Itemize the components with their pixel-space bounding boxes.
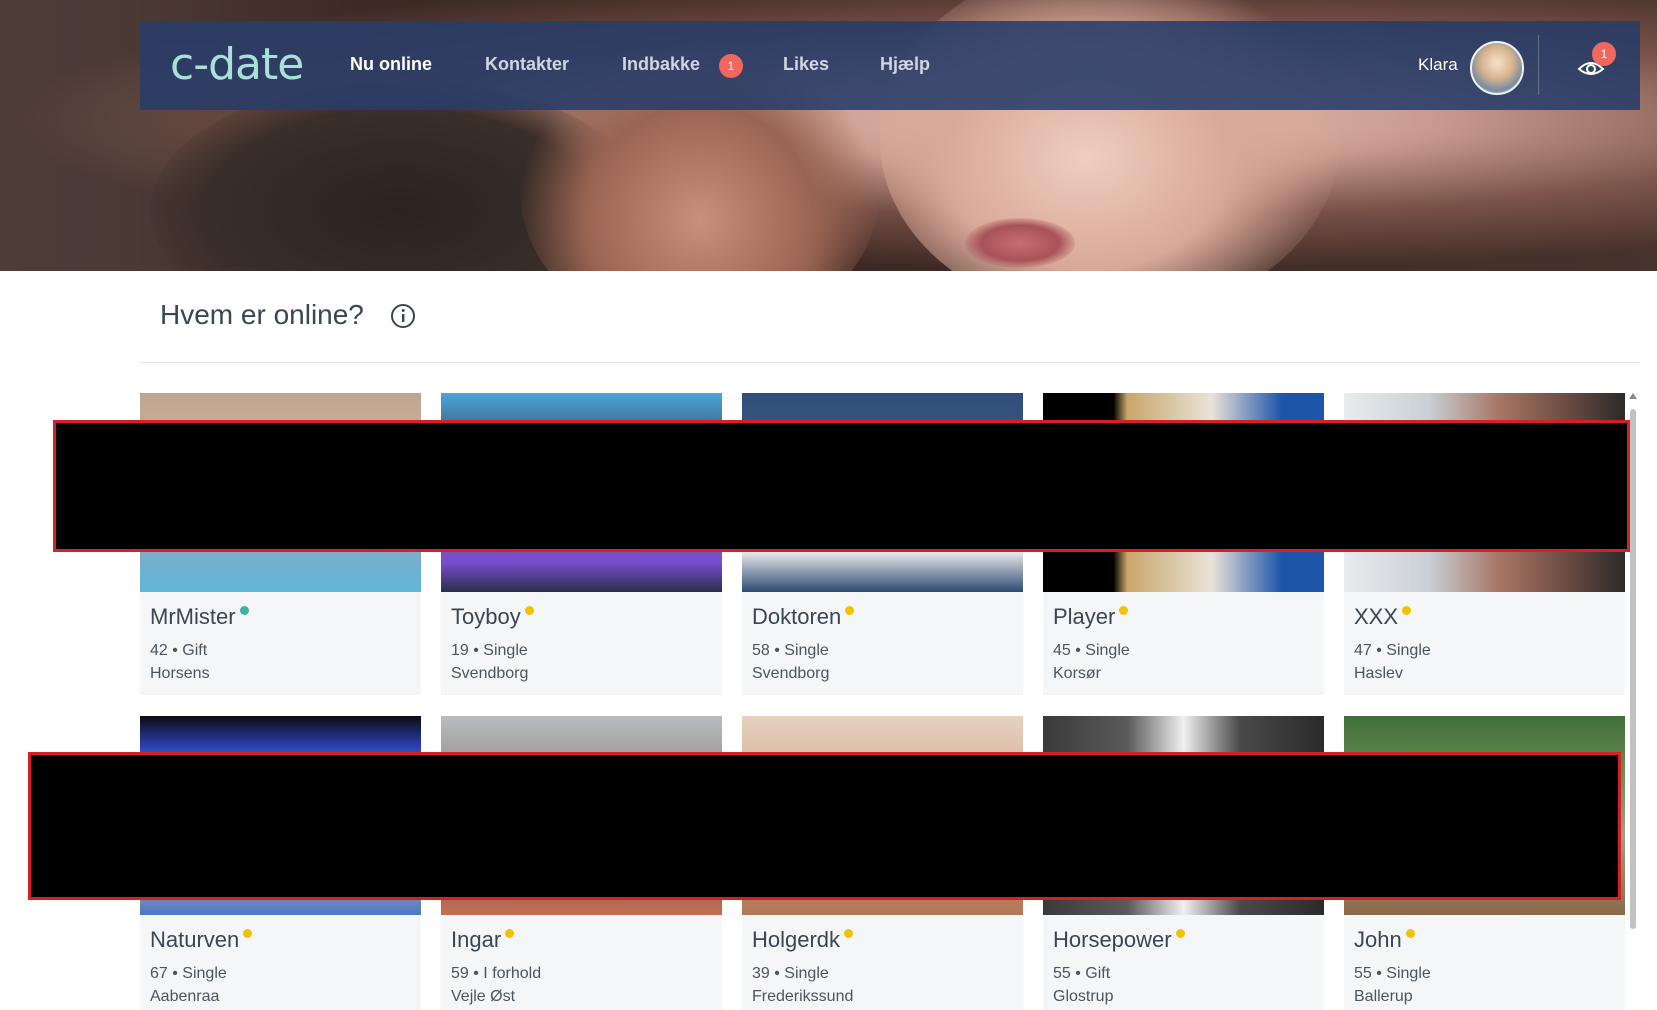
nav-item-indbakke[interactable]: Indbakke: [622, 54, 700, 75]
scroll-thumb[interactable]: [1630, 409, 1636, 929]
away-status-dot: [845, 606, 855, 615]
profile-name[interactable]: Holgerdk: [752, 927, 840, 952]
profile-meta: 59 • I forhold: [451, 965, 542, 982]
profile-name[interactable]: Toyboy: [451, 604, 521, 629]
scroll-up-arrow-icon[interactable]: [1629, 393, 1637, 399]
profile-city: Svendborg: [752, 665, 830, 682]
profile-name[interactable]: Player: [1053, 604, 1115, 629]
page-title: Hvem er online?: [160, 299, 364, 330]
profile-meta: 58 • Single: [752, 642, 829, 659]
profile-city: Haslev: [1354, 665, 1403, 682]
profile-name[interactable]: Naturven: [150, 927, 239, 952]
away-status-dot: [1402, 606, 1412, 615]
hero-lips: [965, 218, 1075, 268]
profile-city: Aabenraa: [150, 988, 220, 1005]
profile-meta: 39 • Single: [752, 965, 829, 982]
scrollbar[interactable]: [1628, 393, 1638, 933]
nav-divider: [1538, 35, 1539, 95]
profile-city: Ballerup: [1354, 988, 1413, 1005]
away-status-dot: [1405, 929, 1415, 938]
profile-city: Glostrup: [1053, 988, 1114, 1005]
user-name[interactable]: Klara: [1418, 55, 1458, 75]
away-status-dot: [243, 929, 253, 938]
profile-city: Horsens: [150, 665, 210, 682]
title-divider: [140, 362, 1640, 363]
away-status-dot: [844, 929, 854, 938]
info-icon[interactable]: [390, 303, 416, 334]
profile-meta: 55 • Single: [1354, 965, 1431, 982]
profile-meta: 42 • Gift: [150, 642, 208, 659]
profile-meta: 45 • Single: [1053, 642, 1130, 659]
away-status-dot: [505, 929, 515, 938]
profile-name[interactable]: Doktoren: [752, 604, 841, 629]
away-status-dot: [1175, 929, 1185, 938]
redaction-bar: [53, 420, 1630, 552]
profile-name[interactable]: MrMister: [150, 604, 236, 629]
nav-item-kontakter[interactable]: Kontakter: [485, 54, 569, 75]
avatar[interactable]: [1470, 41, 1524, 95]
profile-meta: 67 • Single: [150, 965, 227, 982]
profile-city: Korsør: [1053, 665, 1101, 682]
profile-name[interactable]: John: [1354, 927, 1402, 952]
away-status-dot: [1119, 606, 1129, 615]
redaction-bar: [28, 752, 1621, 900]
profile-city: Vejle Øst: [451, 988, 516, 1005]
top-navbar: c-date Nu online Kontakter Indbakke 1 Li…: [140, 21, 1640, 110]
profile-city: Svendborg: [451, 665, 529, 682]
inbox-badge: 1: [719, 54, 743, 78]
nav-item-nu-online[interactable]: Nu online: [350, 54, 432, 75]
profile-name[interactable]: Horsepower: [1053, 927, 1172, 952]
profile-meta: 55 • Gift: [1053, 965, 1111, 982]
profile-city: Frederikssund: [752, 988, 854, 1005]
nav-item-likes[interactable]: Likes: [783, 54, 829, 75]
nav-item-hjaelp[interactable]: Hjælp: [880, 54, 930, 75]
visitors-badge: 1: [1592, 42, 1616, 66]
profile-meta: 47 • Single: [1354, 642, 1431, 659]
online-status-dot: [239, 606, 249, 615]
away-status-dot: [524, 606, 534, 615]
profile-name[interactable]: Ingar: [451, 927, 501, 952]
profile-meta: 19 • Single: [451, 642, 528, 659]
profile-name[interactable]: XXX: [1354, 604, 1398, 629]
c-date-logo[interactable]: c-date: [170, 39, 304, 90]
